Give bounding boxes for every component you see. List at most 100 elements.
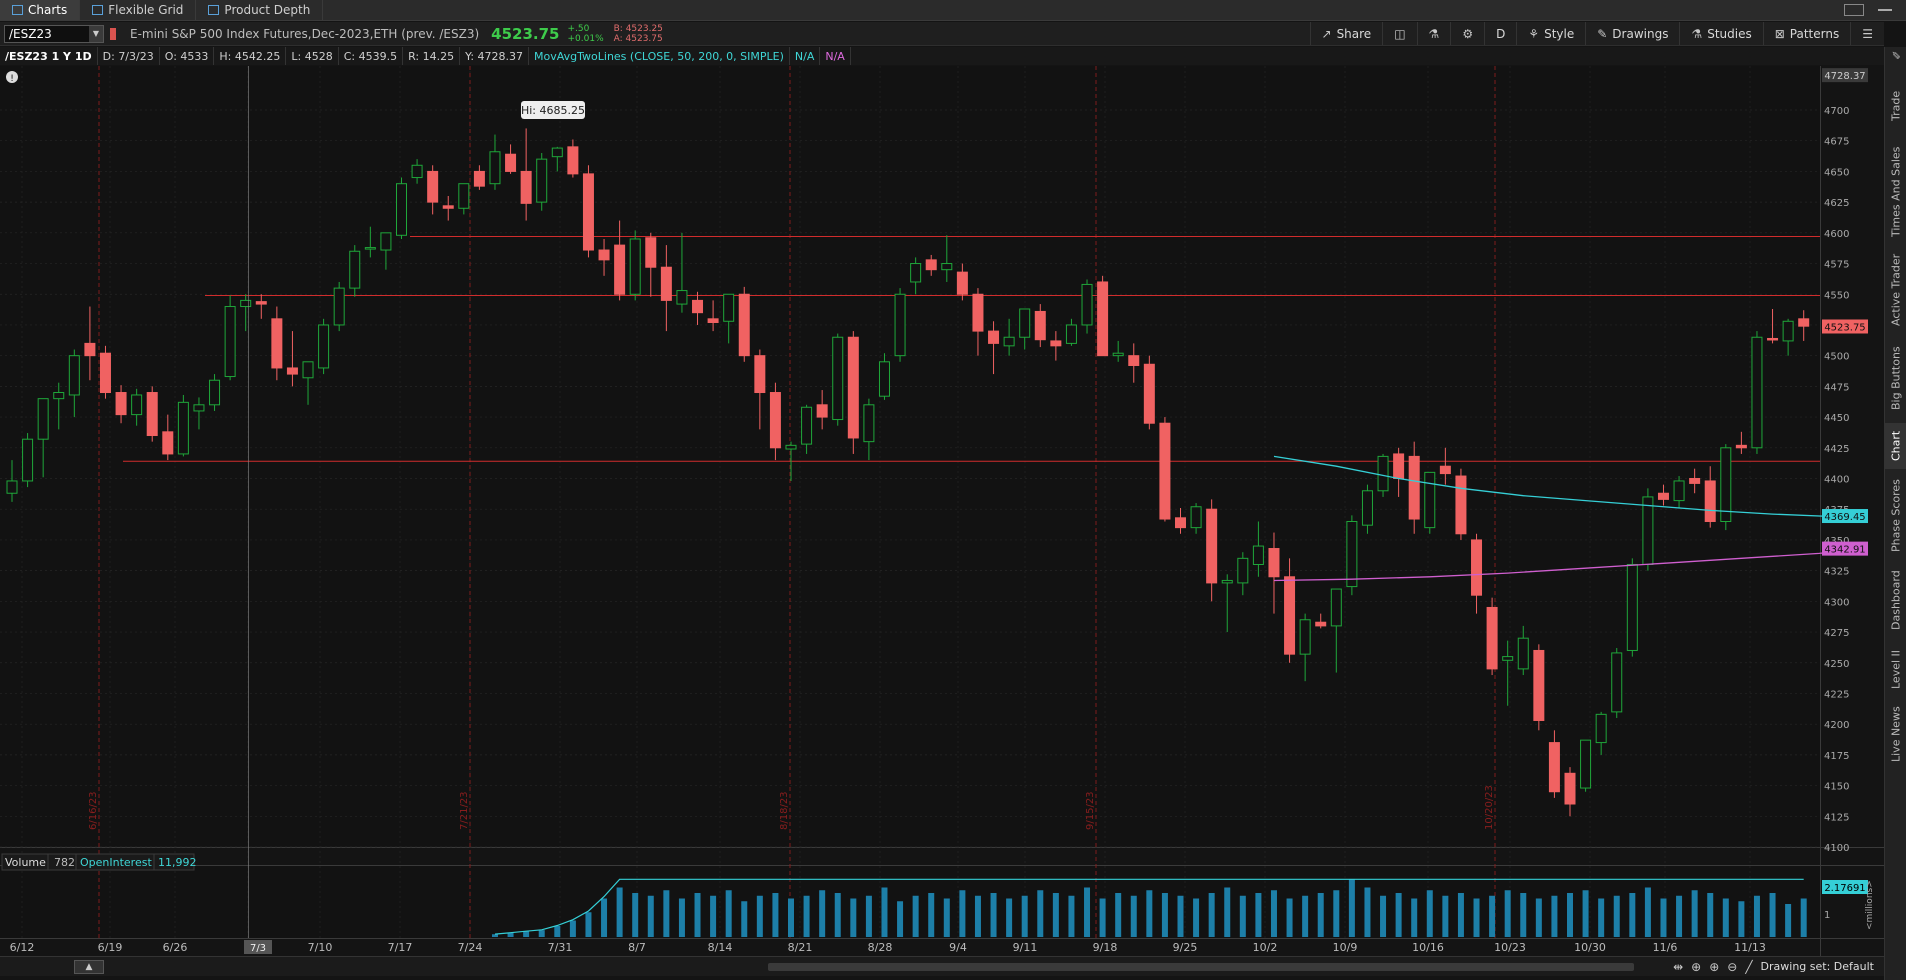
open-interest-value: 11,992 bbox=[158, 856, 197, 869]
date-tick-label: 7/31 bbox=[548, 941, 573, 954]
volume-bar bbox=[1270, 890, 1277, 937]
volume-bar bbox=[772, 893, 779, 937]
volume-bar bbox=[959, 890, 966, 937]
candle-body bbox=[380, 232, 392, 251]
volume-bar bbox=[1317, 893, 1324, 937]
right-tab-chart[interactable]: Chart bbox=[1885, 423, 1906, 469]
right-tab-times-and-sales[interactable]: Times And Sales bbox=[1885, 143, 1906, 241]
volume-bar bbox=[897, 901, 904, 937]
candle-down bbox=[1455, 468, 1467, 540]
price-tick-label: 4550 bbox=[1824, 290, 1849, 301]
volume-bar bbox=[1239, 895, 1246, 937]
volume-bar bbox=[1582, 890, 1589, 937]
candle-body bbox=[458, 183, 470, 209]
price-tick-label: 4100 bbox=[1824, 843, 1849, 854]
horizontal-scrollbar[interactable] bbox=[768, 962, 1634, 971]
candle-body bbox=[1050, 340, 1062, 347]
volume-bar bbox=[1115, 893, 1122, 937]
volume-label: Volume bbox=[5, 856, 46, 869]
pan-icon[interactable]: ⇹ bbox=[1673, 960, 1683, 974]
candle-body bbox=[1580, 739, 1592, 789]
candle-up bbox=[629, 230, 641, 301]
candle-body bbox=[209, 379, 221, 406]
candle-body bbox=[520, 170, 532, 204]
candle-body bbox=[1128, 355, 1140, 366]
volume-bar bbox=[647, 895, 654, 937]
volume-bar bbox=[1255, 893, 1262, 937]
candle-up bbox=[22, 433, 34, 488]
candle-body bbox=[131, 394, 143, 416]
chart-tool-icon[interactable]: ✎ bbox=[1885, 47, 1906, 62]
price-tick-label: 4175 bbox=[1824, 751, 1849, 762]
candle-body bbox=[598, 249, 610, 261]
expand-pane-button[interactable]: ▲ bbox=[74, 959, 104, 974]
candle-down bbox=[1159, 417, 1171, 522]
candle-body bbox=[99, 352, 111, 394]
candle-body bbox=[442, 205, 454, 209]
volume-bar bbox=[1676, 895, 1683, 937]
candle-body bbox=[84, 342, 96, 357]
volume-bar bbox=[1598, 898, 1605, 937]
candle-body bbox=[1657, 492, 1669, 500]
candle-body bbox=[1346, 520, 1358, 588]
right-tab-big-buttons[interactable]: Big Buttons bbox=[1885, 339, 1906, 417]
zoom-out-icon[interactable]: ⊖ bbox=[1727, 960, 1737, 974]
candle-body bbox=[1611, 652, 1623, 713]
right-tab-active-trader[interactable]: Active Trader bbox=[1885, 247, 1906, 333]
volume-bar bbox=[1644, 887, 1651, 937]
candle-body bbox=[816, 404, 828, 418]
volume-bar bbox=[1052, 893, 1059, 937]
right-tab-phase-scores[interactable]: Phase Scores bbox=[1885, 475, 1906, 557]
candle-up bbox=[224, 295, 236, 381]
open-interest-label: OpenInterest bbox=[80, 856, 152, 869]
candle-body bbox=[1564, 772, 1576, 805]
volume-bar bbox=[1286, 898, 1293, 937]
candle-body bbox=[177, 401, 189, 455]
candle-body bbox=[1034, 310, 1046, 341]
right-tab-level-ii[interactable]: Level II bbox=[1885, 643, 1906, 695]
candle-body bbox=[1517, 637, 1529, 670]
candle-body bbox=[1143, 363, 1155, 424]
volume-bar bbox=[1785, 904, 1792, 937]
line-tool-icon[interactable]: ╱ bbox=[1745, 960, 1752, 974]
candle-body bbox=[988, 330, 1000, 344]
date-tick-label: 6/19 bbox=[98, 941, 123, 954]
volume-bar bbox=[1224, 887, 1231, 937]
volume-bar bbox=[523, 931, 530, 937]
candle-body bbox=[847, 336, 859, 439]
candle-body bbox=[6, 480, 18, 494]
ma50-price-label: 4369.45 bbox=[1824, 512, 1865, 523]
crosshair-icon[interactable]: ⊕ bbox=[1691, 960, 1701, 974]
right-tab-trade[interactable]: Trade bbox=[1885, 75, 1906, 137]
candle-body bbox=[894, 293, 906, 357]
price-tick-label: 4275 bbox=[1824, 628, 1849, 639]
volume-bar bbox=[1426, 890, 1433, 937]
candle-body bbox=[1767, 337, 1779, 341]
date-tick-label: 6/12 bbox=[10, 941, 35, 954]
expiry-date-label: 7/21/23 bbox=[459, 791, 470, 830]
candle-body bbox=[1237, 557, 1249, 584]
volume-bar bbox=[741, 901, 748, 937]
volume-bar bbox=[788, 898, 794, 937]
volume-bar bbox=[1769, 893, 1776, 937]
candle-body bbox=[115, 392, 127, 416]
volume-bar bbox=[1535, 898, 1542, 937]
candle-body bbox=[614, 244, 626, 295]
candle-body bbox=[1720, 447, 1732, 522]
zoom-in-icon[interactable]: ⊕ bbox=[1709, 960, 1719, 974]
price-tick-label: 4225 bbox=[1824, 689, 1849, 700]
candle-body bbox=[1673, 480, 1685, 502]
candle-up bbox=[1751, 331, 1763, 454]
candle-body bbox=[910, 263, 922, 283]
volume-bar bbox=[1021, 895, 1028, 937]
candle-up bbox=[333, 281, 345, 332]
right-tab-live-news[interactable]: Live News bbox=[1885, 701, 1906, 767]
candle-body bbox=[193, 404, 205, 412]
price-tick-label: 4200 bbox=[1824, 720, 1849, 731]
price-chart[interactable]: 6/16/23 7/21/23 8/18/23 9/15/23 10/20/23 470… bbox=[0, 0, 1884, 956]
candle-body bbox=[1206, 508, 1218, 584]
volume-bar bbox=[1161, 893, 1168, 937]
candle-up bbox=[1580, 739, 1592, 792]
right-tab-dashboard[interactable]: Dashboard bbox=[1885, 563, 1906, 637]
date-tick-label: 10/9 bbox=[1333, 941, 1358, 954]
